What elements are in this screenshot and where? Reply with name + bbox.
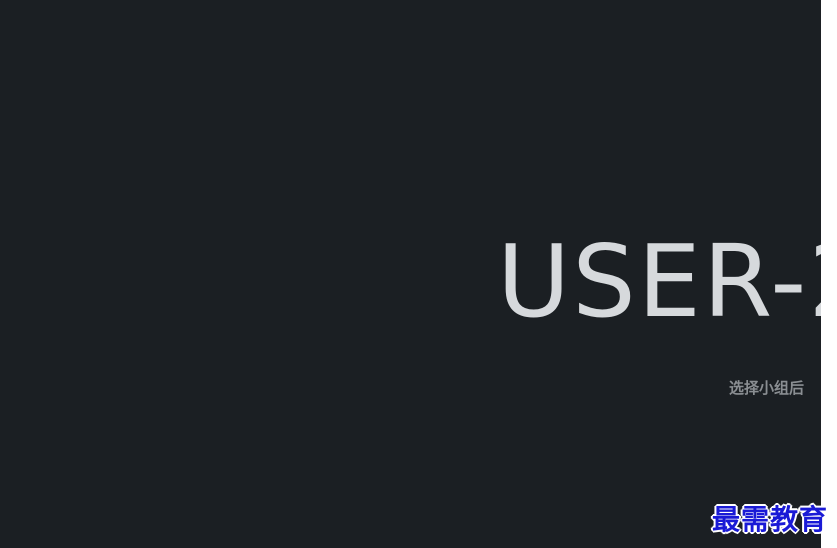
splash-screen: USER-2 选择小组后 (0, 0, 821, 548)
select-group-hint: 选择小组后 (729, 379, 805, 397)
watermark-logo: 最需教育 (712, 503, 829, 536)
window-edge (821, 0, 837, 548)
user-title: USER-2 (497, 223, 821, 340)
